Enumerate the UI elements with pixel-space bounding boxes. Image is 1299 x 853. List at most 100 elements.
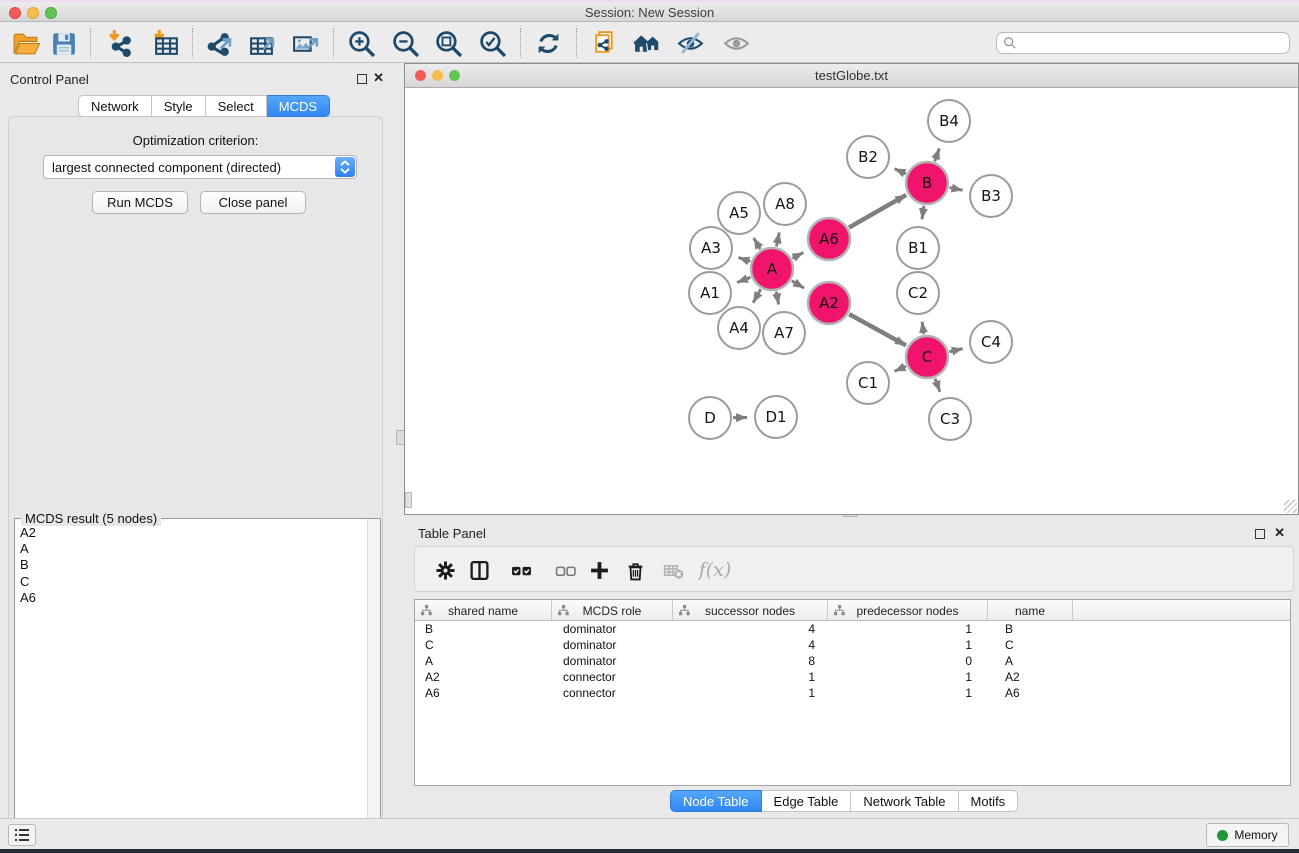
- mcds-result-scrollbar[interactable]: [367, 519, 380, 853]
- graph-edge-C-C2[interactable]: [922, 322, 924, 335]
- graph-edge-A-A3[interactable]: [738, 257, 750, 261]
- save-session-icon[interactable]: [47, 27, 79, 59]
- table-row[interactable]: Cdominator41C: [415, 637, 1290, 653]
- zoom-fit-icon[interactable]: [432, 27, 464, 59]
- graph-edge-A-A8[interactable]: [777, 232, 780, 246]
- network-resize-grip[interactable]: [1284, 500, 1297, 513]
- graph-node-A6[interactable]: A6: [808, 218, 850, 260]
- control-panel-close-icon[interactable]: ✕: [373, 70, 384, 86]
- new-network-from-selection-icon[interactable]: [589, 27, 621, 59]
- graph-edge-B-B2[interactable]: [895, 169, 906, 174]
- delete-column-icon[interactable]: [623, 559, 647, 581]
- table-settings-gear-icon[interactable]: [433, 559, 457, 581]
- column-header-MCDS-role[interactable]: MCDS role: [552, 600, 673, 621]
- task-history-button[interactable]: [8, 824, 36, 846]
- graph-node-D[interactable]: D: [689, 397, 731, 439]
- table-tab-edge-table[interactable]: Edge Table: [762, 790, 852, 812]
- tab-select[interactable]: Select: [206, 95, 267, 117]
- graph-edge-A6-B[interactable]: [849, 195, 906, 228]
- graph-edge-A-A6[interactable]: [792, 253, 803, 259]
- tab-network[interactable]: Network: [78, 95, 152, 117]
- show-all-icon[interactable]: [720, 27, 752, 59]
- graph-node-A1[interactable]: A1: [689, 272, 731, 314]
- deselect-all-checkboxes-icon[interactable]: [553, 559, 577, 581]
- table-row[interactable]: Bdominator41B: [415, 621, 1290, 637]
- zoom-selected-icon[interactable]: [476, 27, 508, 59]
- main-toolbar: [0, 22, 1299, 63]
- zoom-out-icon[interactable]: [389, 27, 421, 59]
- graph-node-B3[interactable]: B3: [970, 175, 1012, 217]
- graph-edge-A-A1[interactable]: [737, 277, 751, 282]
- column-header-name[interactable]: name: [988, 600, 1073, 621]
- svg-text:A6: A6: [819, 230, 839, 248]
- column-header-predecessor-nodes[interactable]: predecessor nodes: [828, 600, 988, 621]
- toggle-columns-icon[interactable]: [467, 559, 491, 581]
- graph-node-A2[interactable]: A2: [808, 282, 850, 324]
- graph-edge-A-A7[interactable]: [776, 292, 778, 305]
- graph-node-C[interactable]: C: [906, 336, 948, 378]
- zoom-in-icon[interactable]: [345, 27, 377, 59]
- graph-node-B2[interactable]: B2: [847, 136, 889, 178]
- import-table-icon[interactable]: [150, 27, 182, 59]
- tab-mcds[interactable]: MCDS: [267, 95, 330, 117]
- column-header-shared-name[interactable]: shared name: [415, 600, 552, 621]
- import-network-icon[interactable]: [104, 27, 136, 59]
- mcds-result-item[interactable]: A2: [15, 525, 367, 541]
- hide-selection-icon[interactable]: [674, 27, 706, 59]
- network-left-scrollbar-thumb[interactable]: [405, 492, 412, 508]
- table-tab-motifs[interactable]: Motifs: [959, 790, 1019, 812]
- graph-node-A8[interactable]: A8: [764, 183, 806, 225]
- table-row[interactable]: A2connector11A2: [415, 669, 1290, 685]
- graph-node-B[interactable]: B: [906, 162, 948, 204]
- graph-node-A[interactable]: A: [751, 248, 793, 290]
- graph-node-A4[interactable]: A4: [718, 307, 760, 349]
- mcds-result-item[interactable]: A6: [15, 590, 367, 606]
- table-row[interactable]: A6connector11A6: [415, 685, 1290, 701]
- graph-edge-C-C1[interactable]: [895, 366, 906, 371]
- graph-node-C3[interactable]: C3: [929, 398, 971, 440]
- tab-style[interactable]: Style: [152, 95, 206, 117]
- graph-node-C2[interactable]: C2: [897, 272, 939, 314]
- first-neighbors-icon[interactable]: [631, 27, 663, 59]
- export-network-icon[interactable]: [202, 27, 234, 59]
- graph-node-D1[interactable]: D1: [755, 396, 797, 438]
- graph-node-A3[interactable]: A3: [690, 227, 732, 269]
- mcds-result-item[interactable]: C: [15, 574, 367, 590]
- apply-layout-icon[interactable]: [532, 27, 564, 59]
- export-table-icon[interactable]: [245, 27, 277, 59]
- table-row[interactable]: Adominator80A: [415, 653, 1290, 669]
- graph-edge-A-A5[interactable]: [754, 238, 761, 249]
- control-panel-float-icon[interactable]: [357, 74, 367, 84]
- graph-edge-C-C4[interactable]: [949, 349, 962, 352]
- graph-edge-A-A4[interactable]: [753, 289, 761, 303]
- export-image-icon[interactable]: [289, 27, 321, 59]
- graph-node-B1[interactable]: B1: [897, 227, 939, 269]
- table-tab-node-table[interactable]: Node Table: [670, 790, 762, 812]
- mcds-result-item[interactable]: B: [15, 557, 367, 573]
- graph-edge-C-C3[interactable]: [935, 379, 940, 392]
- table-panel-close-icon[interactable]: ✕: [1274, 525, 1285, 541]
- graph-edge-A2-C[interactable]: [849, 314, 906, 345]
- graph-node-B4[interactable]: B4: [928, 100, 970, 142]
- column-header-successor-nodes[interactable]: successor nodes: [673, 600, 828, 621]
- run-mcds-button[interactable]: Run MCDS: [92, 191, 188, 214]
- add-column-icon[interactable]: [587, 559, 611, 581]
- table-panel-float-icon[interactable]: [1255, 529, 1265, 539]
- open-session-icon[interactable]: [9, 27, 41, 59]
- select-all-checkboxes-icon[interactable]: [509, 559, 533, 581]
- graph-node-C1[interactable]: C1: [847, 362, 889, 404]
- graph-node-A5[interactable]: A5: [718, 192, 760, 234]
- table-tab-network-table[interactable]: Network Table: [851, 790, 958, 812]
- graph-edge-B-B4[interactable]: [935, 148, 940, 161]
- graph-node-A7[interactable]: A7: [763, 312, 805, 354]
- graph-edge-B-B3[interactable]: [950, 188, 963, 191]
- graph-node-C4[interactable]: C4: [970, 321, 1012, 363]
- graph-edge-B-B1[interactable]: [922, 206, 924, 219]
- memory-button[interactable]: Memory: [1206, 823, 1289, 847]
- close-panel-button[interactable]: Close panel: [200, 191, 306, 214]
- mcds-result-item[interactable]: A: [15, 541, 367, 557]
- network-canvas[interactable]: A A1 A2 A3 A4 A5 A6 A7 A8 B B1 B2 B3B4 C C1 C2 C3 C4 D D1: [405, 88, 1298, 514]
- search-input[interactable]: [996, 32, 1290, 54]
- graph-edge-A-A2[interactable]: [792, 281, 804, 288]
- optimization-criterion-select[interactable]: largest connected component (directed): [43, 155, 357, 179]
